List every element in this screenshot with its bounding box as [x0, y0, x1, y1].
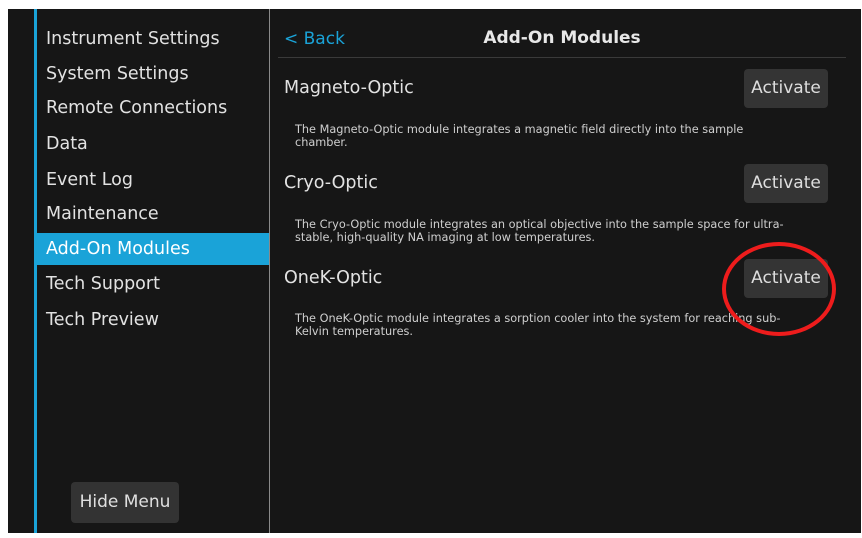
sidebar-item-system-settings[interactable]: System Settings [37, 58, 269, 90]
activate-onek-optic-button[interactable]: Activate [744, 259, 828, 298]
sidebar-item-instrument-settings[interactable]: Instrument Settings [37, 23, 269, 55]
sidebar-item-tech-support[interactable]: Tech Support [37, 268, 269, 300]
module-name-onek-optic: OneK-Optic [284, 268, 383, 288]
sidebar-item-tech-preview[interactable]: Tech Preview [37, 304, 269, 336]
activate-cryo-optic-button[interactable]: Activate [744, 164, 828, 203]
sidebar-item-add-on-modules[interactable]: Add-On Modules [37, 233, 269, 265]
sidebar-menu: Instrument Settings System Settings Remo… [34, 9, 270, 533]
module-description-onek-optic: The OneK-Optic module integrates a sorpt… [295, 312, 781, 338]
module-name-cryo-optic: Cryo-Optic [284, 173, 378, 193]
module-description-magneto-optic: The Magneto-Optic module integrates a ma… [295, 123, 744, 149]
page-title: Add-On Modules [483, 28, 641, 48]
sidebar-item-remote-connections[interactable]: Remote Connections [37, 92, 269, 124]
module-name-magneto-optic: Magneto-Optic [284, 78, 414, 98]
module-description-cryo-optic: The Cryo-Optic module integrates an opti… [295, 218, 784, 244]
activate-magneto-optic-button[interactable]: Activate [744, 69, 828, 108]
sidebar-item-event-log[interactable]: Event Log [37, 164, 269, 196]
page-header: < Back Add-On Modules [278, 23, 846, 58]
hide-menu-button[interactable]: Hide Menu [71, 482, 179, 523]
app-frame: Instrument Settings System Settings Remo… [8, 9, 861, 533]
sidebar-item-maintenance[interactable]: Maintenance [37, 198, 269, 230]
sidebar-item-data[interactable]: Data [37, 128, 269, 160]
